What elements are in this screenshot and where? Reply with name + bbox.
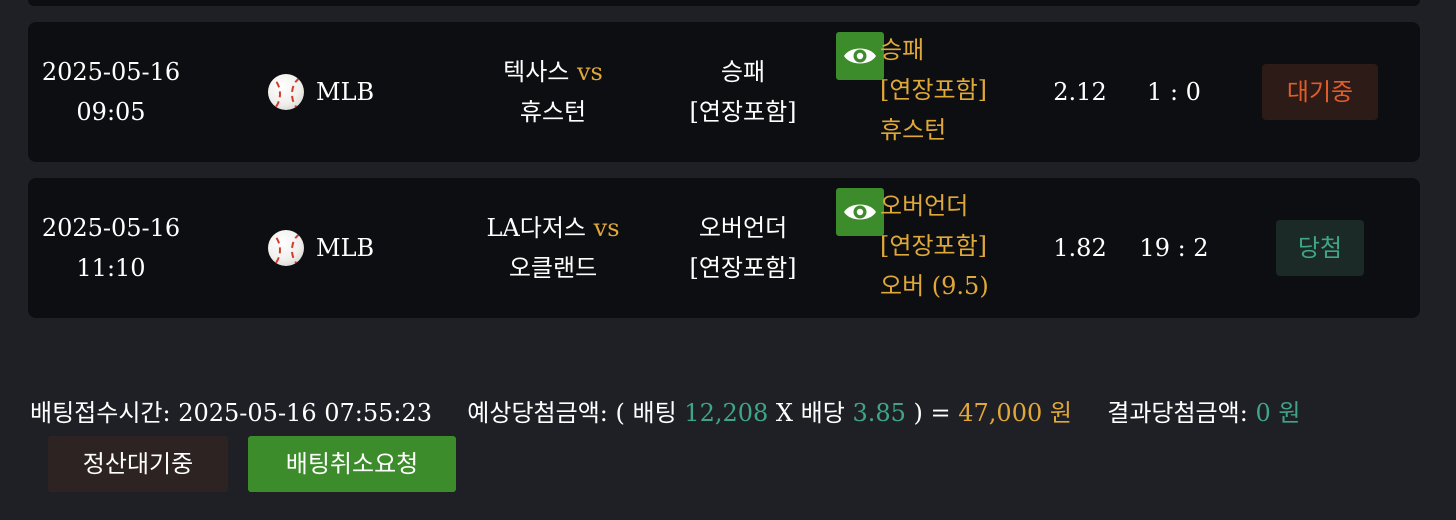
pick-line1: 오버언더 xyxy=(880,192,969,220)
pick-line1: 승패 xyxy=(880,36,925,64)
home-team: 텍사스 xyxy=(503,58,570,86)
odds: 2.12 xyxy=(1053,78,1107,106)
match-time: 09:05 xyxy=(76,98,146,126)
market-line2: [연장포함] xyxy=(689,98,797,126)
equals-label: ) = xyxy=(913,399,951,427)
away-team: 휴스턴 xyxy=(519,98,587,126)
pick-selection: 오버 (9.5) xyxy=(880,272,989,300)
status-badge: 대기중 xyxy=(1262,64,1378,120)
match-datetime: 2025-05-16 11:10 xyxy=(28,208,194,288)
expected-label: 예상당첨금액: ( 배팅 xyxy=(467,399,677,427)
match-date: 2025-05-16 xyxy=(41,58,181,86)
market-line1: 승패 xyxy=(720,58,766,86)
odds: 1.82 xyxy=(1053,234,1107,262)
league: MLB xyxy=(268,72,374,112)
market-type: 승패 [연장포함] xyxy=(658,52,828,132)
settle-pending-button[interactable]: 정산대기중 xyxy=(48,436,228,492)
away-team: 오클랜드 xyxy=(508,254,598,282)
match-time: 11:10 xyxy=(76,254,146,282)
bet-time-label: 배팅접수시간: xyxy=(30,399,171,427)
vs-label: vs xyxy=(577,58,603,86)
previous-row-edge xyxy=(28,0,1420,6)
match-date: 2025-05-16 xyxy=(41,214,181,242)
home-team: LA다저스 xyxy=(486,214,586,242)
vs-label: vs xyxy=(593,214,620,242)
eye-icon xyxy=(844,48,876,64)
total-odds: 3.85 xyxy=(852,399,906,427)
bet-row: 2025-05-16 11:10 MLB LA다저스 vs 오클랜드 오버언더 … xyxy=(28,178,1420,318)
match-teams: LA다저스 vs 오클랜드 xyxy=(458,208,648,288)
view-detail-button[interactable] xyxy=(836,32,884,80)
bet-pick: 승패 [연장포함] 휴스턴 xyxy=(880,30,987,150)
pick-line2: [연장포함] xyxy=(880,232,988,260)
x-label: X 배당 xyxy=(775,399,845,427)
league-name: MLB xyxy=(316,78,375,106)
league-name: MLB xyxy=(316,234,375,262)
cancel-bet-button[interactable]: 배팅취소요청 xyxy=(248,436,456,492)
bet-row: 2025-05-16 09:05 MLB 텍사스 vs 휴스턴 승패 [연장포함… xyxy=(28,22,1420,162)
bet-pick: 오버언더 [연장포함] 오버 (9.5) xyxy=(880,186,989,306)
pick-selection: 휴스턴 xyxy=(880,116,947,144)
score: 19 : 2 xyxy=(1139,234,1209,262)
market-line1: 오버언더 xyxy=(698,214,788,242)
baseball-icon xyxy=(268,230,304,266)
match-teams: 텍사스 vs 휴스턴 xyxy=(458,52,648,132)
expected-amount: 47,000 원 xyxy=(958,399,1072,427)
result-label: 결과당첨금액: xyxy=(1107,399,1248,427)
bet-summary: 배팅접수시간: 2025-05-16 07:55:23 예상당첨금액: ( 배팅… xyxy=(30,393,1300,433)
pick-line2: [연장포함] xyxy=(880,76,988,104)
bet-time: 2025-05-16 07:55:23 xyxy=(178,399,433,427)
score: 1 : 0 xyxy=(1147,78,1201,106)
baseball-icon xyxy=(268,74,304,110)
bet-amount: 12,208 xyxy=(684,399,769,427)
market-type: 오버언더 [연장포함] xyxy=(658,208,828,288)
status-badge: 당첨 xyxy=(1276,220,1364,276)
market-line2: [연장포함] xyxy=(689,254,797,282)
eye-icon xyxy=(844,204,876,220)
result-amount: 0 원 xyxy=(1255,399,1301,427)
league: MLB xyxy=(268,228,374,268)
match-datetime: 2025-05-16 09:05 xyxy=(28,52,194,132)
view-detail-button[interactable] xyxy=(836,188,884,236)
